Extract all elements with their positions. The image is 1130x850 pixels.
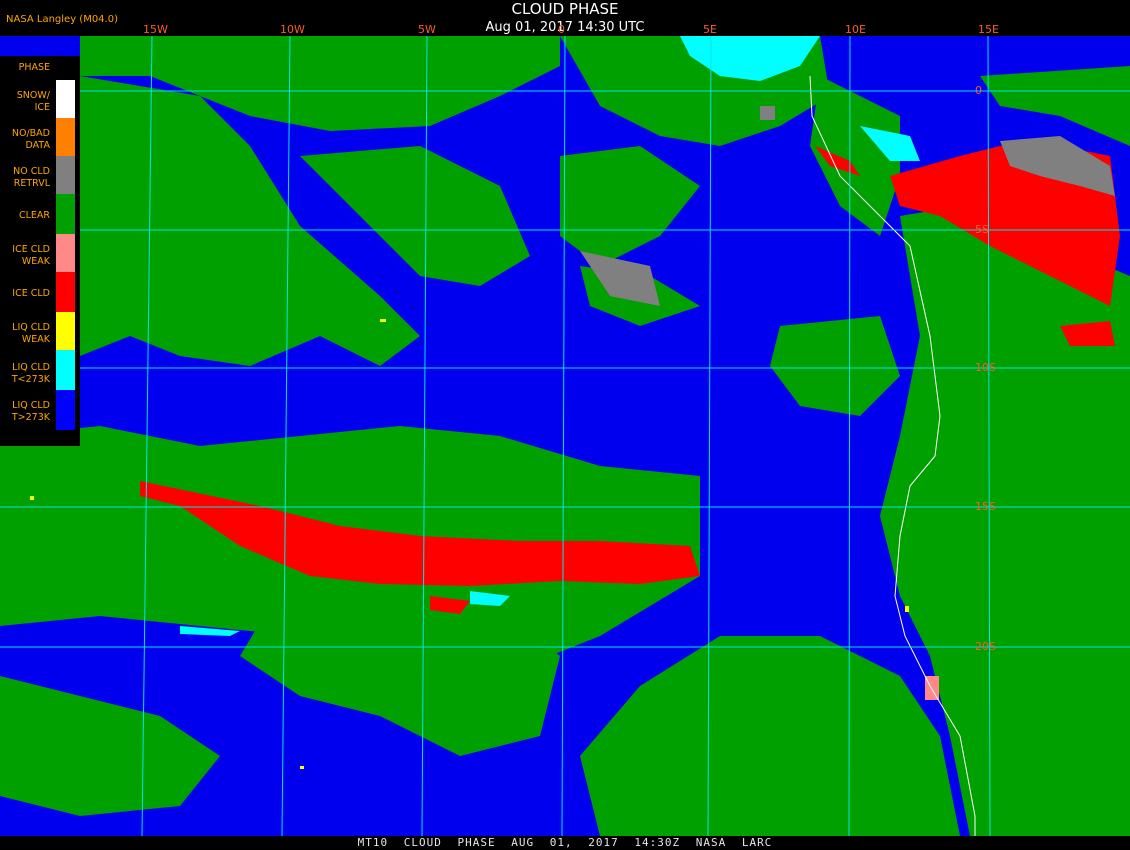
legend-label-ice-cloud: ICE CLD <box>12 288 50 299</box>
lon-label-15e: 15E <box>978 23 999 36</box>
footer-caption: MT10 CLOUD PHASE AUG 01, 2017 14:30Z NAS… <box>357 836 773 849</box>
legend-label-clear: CLEAR <box>18 210 50 221</box>
legend-label-no-bad-data: NO/BAD DATA <box>11 128 50 151</box>
legend-label-no-cloud-retrieval: NO CLD RETRVL <box>13 166 50 189</box>
map-title: CLOUD PHASE <box>511 0 619 18</box>
lon-label-5w: 5W <box>418 23 436 36</box>
lon-label-15w: 15W <box>143 23 168 36</box>
legend-swatch-liquid-cloud-warm <box>56 390 75 430</box>
phase-legend: PHASE SNOW/ ICE NO/BAD DATA NO CLD RETRV… <box>0 56 80 446</box>
lon-label-5e: 5E <box>703 23 717 36</box>
legend-title: PHASE <box>18 62 50 73</box>
lat-label-15s: 15S <box>975 500 996 513</box>
legend-swatch-no-bad-data <box>56 118 75 156</box>
legend-label-liquid-cloud-warm: LIQ CLD T>273K <box>11 400 50 423</box>
lat-label-10s: 10S <box>975 361 996 374</box>
lat-label-5s: 5S <box>975 223 989 236</box>
map-timestamp: Aug 01, 2017 14:30 UTC <box>485 20 645 35</box>
legend-swatch-snow-ice <box>56 80 75 118</box>
legend-label-liquid-cloud-cold: LIQ CLD T<273K <box>11 362 50 385</box>
legend-swatch-ice-cloud <box>56 272 75 312</box>
legend-swatch-clear <box>56 194 75 234</box>
legend-swatch-liquid-cloud-weak <box>56 312 75 350</box>
lat-label-20s: 20S <box>975 640 996 653</box>
legend-swatch-no-cloud-retrieval <box>56 156 75 194</box>
legend-swatch-ice-cloud-weak <box>56 234 75 272</box>
legend-label-ice-cloud-weak: ICE CLD WEAK <box>12 244 50 267</box>
legend-swatch-liquid-cloud-cold <box>56 350 75 390</box>
cloud-phase-map <box>0 36 1130 836</box>
lon-label-10e: 10E <box>845 23 866 36</box>
lon-label-0: 0 <box>558 23 565 36</box>
legend-label-snow-ice: SNOW/ ICE <box>16 90 50 113</box>
legend-label-liquid-cloud-weak: LIQ CLD WEAK <box>12 322 50 345</box>
lat-label-0: 0 <box>975 84 982 97</box>
lon-label-10w: 10W <box>280 23 305 36</box>
provider-label: NASA Langley (M04.0) <box>6 14 118 25</box>
